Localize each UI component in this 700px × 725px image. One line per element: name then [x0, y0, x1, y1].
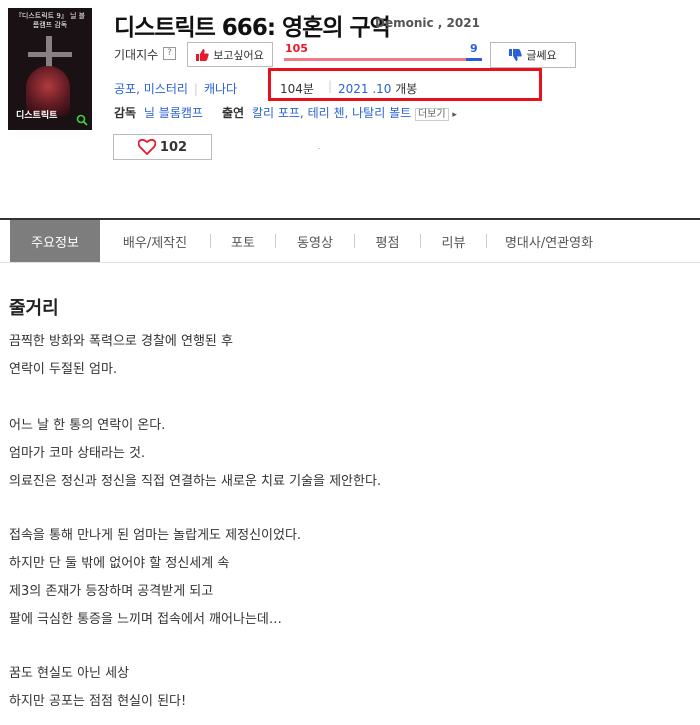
tab-cast-crew[interactable]: 배우/제작진 [100, 220, 210, 262]
caret-right-icon: ▸ [452, 110, 457, 120]
plot-line: 끔찍한 방화와 폭력으로 경찰에 연행된 후 [9, 334, 233, 349]
tab-photo[interactable]: 포토 [211, 220, 275, 262]
highlight-annotation-box [268, 68, 542, 101]
cast-link-2[interactable]: 테리 첸 [308, 106, 345, 120]
cast-link-3[interactable]: 나탈리 볼트 [352, 106, 411, 120]
cast-comma: , [344, 106, 353, 120]
plot-line: 제3의 존재가 등장하며 공격받게 되고 [9, 584, 214, 599]
cast-label: 출연 [222, 106, 245, 120]
movie-poster[interactable]: 『디스트릭트 9』 닐 블롬캠프 감독 디스트릭트 [8, 8, 92, 130]
want-to-see-button[interactable]: 보고싶어요 [187, 42, 273, 67]
help-icon[interactable]: ? [163, 47, 176, 60]
want-count: 105 [285, 42, 308, 55]
genre-link-horror[interactable]: 공포 [114, 80, 136, 97]
plot-line: 하지만 공포는 점점 현실이 된다! [9, 694, 187, 709]
plot-line: 어느 날 한 통의 연락이 온다. [9, 418, 166, 433]
dislike-ratio-bar [466, 58, 482, 61]
zoom-icon[interactable] [76, 114, 88, 126]
crew-row: 감독 닐 블롬캠프 출연 칼리 포프, 테리 첸, 나탈리 볼트 더보기 ▸ [114, 104, 457, 121]
plot-line: 꿈도 현실도 아닌 세상 [9, 666, 130, 681]
want-ratio-bar [284, 58, 466, 61]
divider: | [193, 81, 198, 96]
cast-comma: , [299, 106, 308, 120]
director-label: 감독 [114, 106, 137, 120]
tabs-bottom-border [0, 262, 700, 263]
poster-cross-bar [28, 52, 72, 57]
want-to-see-label: 보고싶어요 [213, 48, 264, 62]
not-sure-button[interactable]: 글쎄요 [490, 42, 576, 68]
thumbs-down-icon [509, 49, 522, 61]
expectation-label: 기대지수 [114, 48, 159, 62]
thumbs-up-icon [196, 48, 209, 61]
plot-line: 하지만 단 둘 밖에 없어야 할 정신세계 속 [9, 556, 230, 571]
dislike-count: 9 [470, 42, 478, 55]
movie-original-title: Demonic , 2021 [375, 16, 480, 30]
not-sure-label: 글쎄요 [526, 49, 557, 62]
country-link[interactable]: 캐나다 [204, 80, 237, 97]
tab-rating[interactable]: 평점 [355, 220, 420, 262]
poster-band-text: 『디스트릭트 9』 닐 블롬캠프 감독 [14, 12, 86, 29]
director-link[interactable]: 닐 블롬캠프 [144, 106, 203, 120]
tab-video[interactable]: 동영상 [276, 220, 354, 262]
heart-icon [137, 139, 156, 155]
cast-link-1[interactable]: 칼리 포프 [252, 106, 300, 120]
genre-row: 공포 , 미스터리 | 캐나다 [114, 80, 237, 97]
tab-review[interactable]: 리뷰 [421, 220, 486, 262]
more-cast-button[interactable]: 더보기 [414, 108, 449, 121]
separator-dot [318, 148, 320, 149]
plot-line: 접속을 통해 만나게 된 엄마는 놀랍게도 제정신이었다. [9, 528, 302, 543]
tab-quotes-related[interactable]: 명대사/연관영화 [487, 220, 611, 262]
genre-link-mystery[interactable]: 미스터리 [144, 80, 188, 97]
like-button[interactable]: 102 [113, 134, 212, 160]
plot-line: 의료진은 정신과 정신을 직접 연결하는 새로운 치료 기술을 제안한다. [9, 474, 382, 489]
plot-heading: 줄거리 [9, 298, 59, 319]
genre-comma: , [136, 81, 144, 96]
movie-title: 디스트릭트 666: 영혼의 구역 [114, 15, 391, 41]
plot-line: 팔에 극심한 통증을 느끼며 접속에서 깨어나는데… [9, 612, 282, 627]
poster-title-text: 디스트릭트 [16, 111, 58, 121]
tab-main-info[interactable]: 주요정보 [10, 220, 100, 262]
tab-bar: 주요정보 배우/제작진 포토 동영상 평점 리뷰 명대사/연관영화 [10, 220, 611, 262]
like-count: 102 [159, 139, 188, 155]
plot-line: 엄마가 코마 상태라는 것. [9, 446, 146, 461]
plot-line: 연락이 두절된 엄마. [9, 362, 118, 377]
